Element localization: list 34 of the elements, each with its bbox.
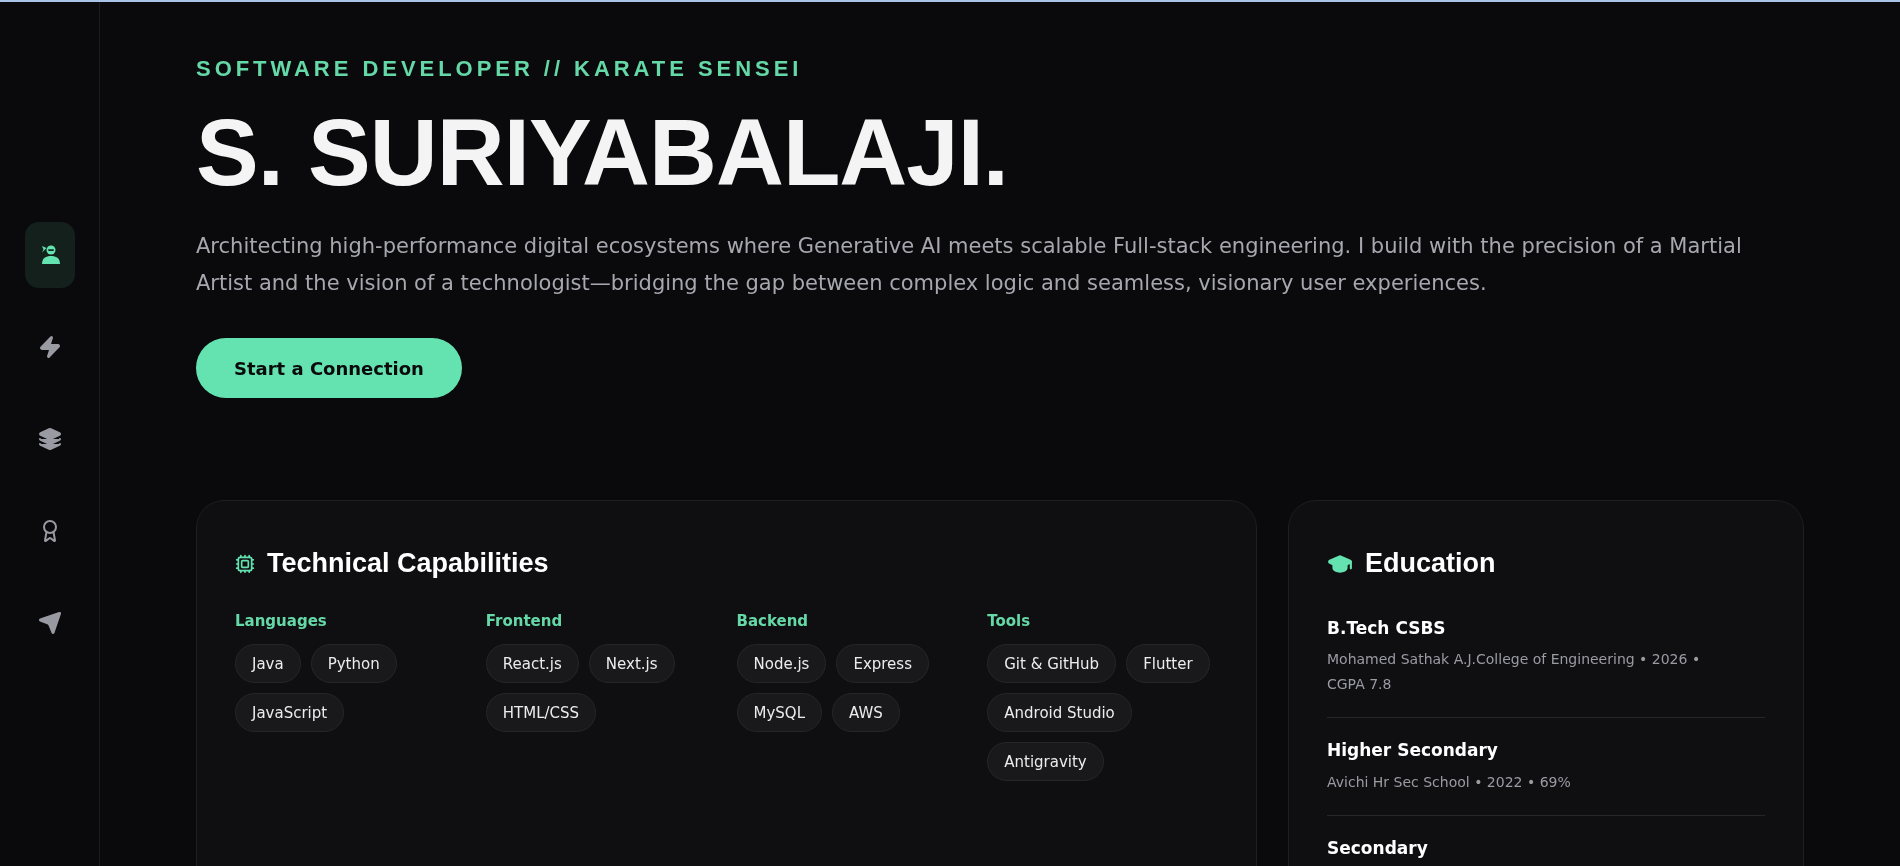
skill-chip: HTML/CSS bbox=[485, 693, 597, 733]
skill-chip: Python bbox=[310, 644, 397, 684]
degree-detail: Avichi Hr Sec School • 2022 • 69% bbox=[1327, 772, 1572, 792]
skill-group-title: Backend bbox=[736, 610, 810, 632]
skill-chip: Node.js bbox=[736, 644, 827, 684]
skill-chip: Next.js bbox=[588, 644, 675, 684]
skill-chip: Java bbox=[235, 644, 301, 684]
card-title: Technical Capabilities bbox=[267, 547, 549, 581]
skill-group-title: Frontend bbox=[485, 610, 564, 632]
start-connection-button[interactable]: Start a Connection bbox=[196, 338, 462, 399]
skill-chip: Flutter bbox=[1126, 644, 1210, 684]
skill-chip: Android Studio bbox=[987, 693, 1132, 733]
degree-title: B.Tech CSBS bbox=[1327, 616, 1447, 640]
degree-title: Secondary bbox=[1327, 836, 1429, 860]
chip-icon bbox=[235, 553, 255, 574]
sidebar-nav-button[interactable] bbox=[24, 222, 75, 288]
degree-detail: Mohamed Sathak A.J.College of Engineering • 2026 • CGPA 7.8 bbox=[1327, 650, 1702, 695]
skill-group-title: Languages bbox=[235, 610, 328, 632]
lightning-icon bbox=[37, 335, 62, 359]
hero-name: S. SURIYABALAJI. bbox=[196, 101, 1009, 205]
hero-description: Architecting high-performance digital ecosystems where Generative AI meets scalable Full-stack engineering. I build with the precision of a Martial Artist and the vision of a technologist—bridging the gap between complex logic and seamless, visionary user experiences. bbox=[196, 233, 1743, 298]
tagline: SOFTWARE DEVELOPER // KARATE SENSEI bbox=[196, 55, 804, 83]
card-title: Education bbox=[1365, 547, 1496, 581]
skill-chip: JavaScript bbox=[235, 693, 345, 733]
skill-chip: Antigravity bbox=[987, 742, 1104, 782]
paper-plane-icon bbox=[37, 611, 62, 635]
skill-chip: AWS bbox=[832, 693, 900, 733]
skill-chip: React.js bbox=[485, 644, 579, 684]
skill-chip: Git & GitHub bbox=[987, 644, 1117, 684]
skill-chip: Express bbox=[836, 644, 929, 684]
skill-group-title: Tools bbox=[987, 610, 1032, 632]
skill-chip: MySQL bbox=[736, 693, 822, 733]
degree-title: Higher Secondary bbox=[1327, 739, 1499, 763]
layers-icon bbox=[37, 427, 62, 451]
